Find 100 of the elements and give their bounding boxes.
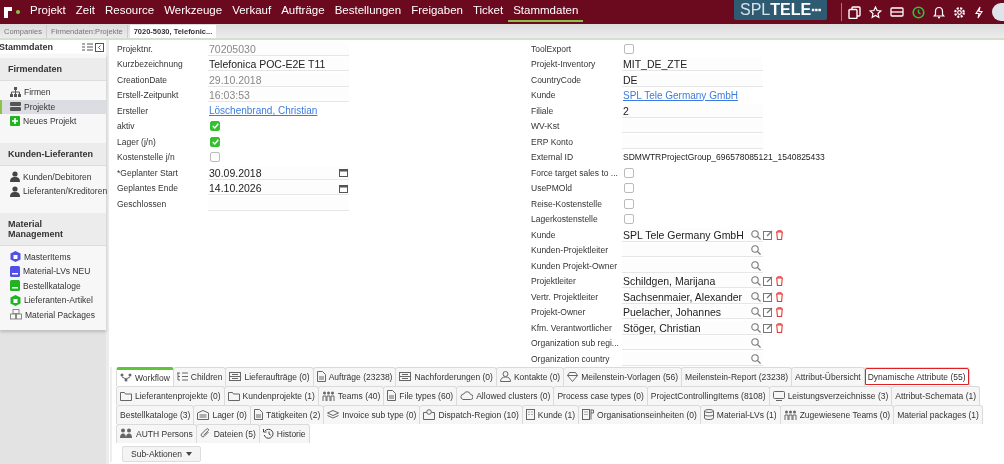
people-icon — [120, 428, 133, 439]
field-label: Filiale — [531, 105, 555, 116]
checkbox[interactable] — [210, 152, 220, 163]
tab[interactable]: AUTH Persons — [116, 423, 197, 443]
tab[interactable]: Bestellkataloge (3) — [116, 404, 195, 424]
calendar-icon — [339, 183, 348, 193]
tab[interactable]: Kontakte (0) — [495, 366, 565, 386]
book-icon — [10, 265, 20, 277]
settings-icon — [953, 5, 966, 19]
tree-list-icon — [176, 372, 188, 381]
sidebar-item[interactable]: Kunden/Debitoren — [0, 169, 106, 184]
date-field[interactable]: 14.10.2026 — [208, 181, 349, 196]
sidebar-item[interactable]: Bestellkataloge — [0, 278, 106, 293]
lightning-icon — [974, 5, 984, 19]
tab[interactable]: Aufträge (23238) — [312, 366, 397, 386]
folder-icon — [120, 390, 132, 401]
trash-icon — [775, 307, 784, 318]
tab[interactable]: Meilenstein-Report (23238) — [681, 366, 793, 386]
link[interactable]: Löschenbrand, Christian — [208, 105, 318, 117]
checkbox[interactable] — [210, 136, 220, 147]
copy-icon — [848, 5, 861, 19]
nav-item[interactable]: Freigaben — [406, 0, 468, 22]
people-icon — [321, 390, 335, 401]
section-header: Kunden-Lieferanten — [0, 142, 106, 166]
nav-item[interactable]: Ticket — [467, 0, 509, 22]
section-header: Material Management — [0, 212, 106, 246]
sidebar-item[interactable]: Material Packages — [0, 307, 106, 322]
nav-item[interactable]: Bestellungen — [329, 0, 407, 22]
tab[interactable]: Dynamische Attribute (55) — [863, 366, 970, 386]
trash-icon — [775, 229, 784, 240]
sub-actions-button[interactable]: Sub-Aktionen — [122, 445, 202, 462]
search-icon — [751, 260, 761, 271]
sidebar-item[interactable]: Lieferanten-Artikel — [0, 293, 106, 308]
search-icon — [751, 291, 761, 302]
nav-item[interactable]: Zeit — [70, 0, 100, 22]
sidebar-item[interactable]: Material-LVs NEU — [0, 264, 106, 279]
field-label: Projektnr. — [117, 43, 154, 54]
tab[interactable]: Nachforderungen (0) — [395, 366, 497, 386]
lookup-field[interactable]: Schildgen, Marijana — [622, 274, 763, 289]
bell-icon — [933, 5, 945, 19]
trash-icon — [775, 322, 784, 333]
field-label: Kostenstelle j/n — [117, 152, 176, 163]
lookup-field[interactable]: Puelacher, Johannes — [622, 305, 763, 320]
section-header: Firmendaten — [0, 58, 106, 81]
card-icon — [229, 372, 242, 381]
sidebar-item[interactable]: Firmen — [0, 85, 106, 100]
nav-item[interactable]: Verkauf — [227, 0, 277, 22]
tab[interactable]: Lieferaufträge (0) — [225, 366, 314, 386]
tab[interactable]: Lieferantenprojekte (0) — [116, 385, 225, 405]
nav-item[interactable]: Werkzeuge — [159, 0, 228, 22]
tab[interactable]: Workflow — [116, 366, 174, 386]
brand-logo: SPLTELE — [734, 0, 827, 20]
star-icon — [869, 5, 882, 19]
checkbox[interactable] — [624, 198, 634, 209]
sidebar-item[interactable]: Neues Projekt — [0, 114, 106, 129]
search-icon — [751, 322, 761, 333]
field-label: CreationDate — [117, 74, 169, 85]
hierarchy-icon — [10, 87, 21, 98]
nav-item[interactable]: Resource — [99, 0, 160, 22]
card-icon — [399, 372, 412, 381]
checkbox[interactable] — [624, 214, 634, 225]
field-label: CountryCode — [531, 74, 583, 85]
ticket-icon — [890, 6, 904, 18]
tab[interactable]: Attribut-Übersicht — [791, 366, 865, 386]
link[interactable]: SPL Tele Germany GmbH — [622, 89, 739, 101]
history-icon — [262, 428, 274, 439]
input-field: 16:03:53 — [208, 88, 349, 103]
checkbox[interactable] — [624, 43, 634, 54]
field-label: Vertr. Projektleiter — [531, 291, 600, 302]
tab[interactable]: Meilenstein-Vorlagen (56) — [563, 366, 683, 386]
sidebar-item[interactable]: MasterItems — [0, 249, 106, 264]
building-icon — [582, 409, 595, 420]
field-label: Projekt-Inventory — [531, 59, 597, 70]
field-label: Kfm. Verantwortlicher — [531, 322, 613, 333]
sidebar-item[interactable]: Lieferanten/Kreditoren — [0, 184, 106, 199]
document-icon — [316, 371, 326, 382]
input-field[interactable]: MIT_DE_ZTE — [622, 57, 763, 72]
tab[interactable]: Organisationseinheiten (0) — [578, 404, 701, 424]
edit-icon — [763, 307, 773, 318]
checkbox[interactable] — [210, 121, 220, 132]
avatar[interactable] — [992, 3, 1004, 21]
nav-item[interactable]: Aufträge — [276, 0, 330, 22]
tab[interactable]: Attribut-Schemata (1) — [891, 385, 981, 405]
input-field[interactable]: Telefonica POC-E2E T11 — [208, 57, 349, 72]
folder-icon — [227, 390, 240, 401]
map-pin-icon — [423, 409, 436, 420]
checkbox[interactable] — [624, 167, 634, 178]
sidebar-item[interactable]: Projekte — [0, 99, 106, 114]
book-icon — [10, 280, 20, 292]
field-label: Kunden Projekt-Owner — [531, 260, 618, 271]
nav-item[interactable]: Stammdaten — [508, 0, 584, 22]
tab[interactable]: Children — [172, 366, 227, 386]
tab[interactable]: Process case types (0) — [553, 385, 648, 405]
search-icon — [751, 353, 761, 364]
field-label: Ersteller — [117, 105, 150, 116]
nav-item[interactable]: Projekt — [25, 0, 71, 22]
plus-icon — [10, 116, 20, 127]
clock-icon — [912, 5, 925, 19]
tab[interactable]: Material packages (1) — [893, 404, 983, 424]
checkbox[interactable] — [624, 183, 634, 194]
